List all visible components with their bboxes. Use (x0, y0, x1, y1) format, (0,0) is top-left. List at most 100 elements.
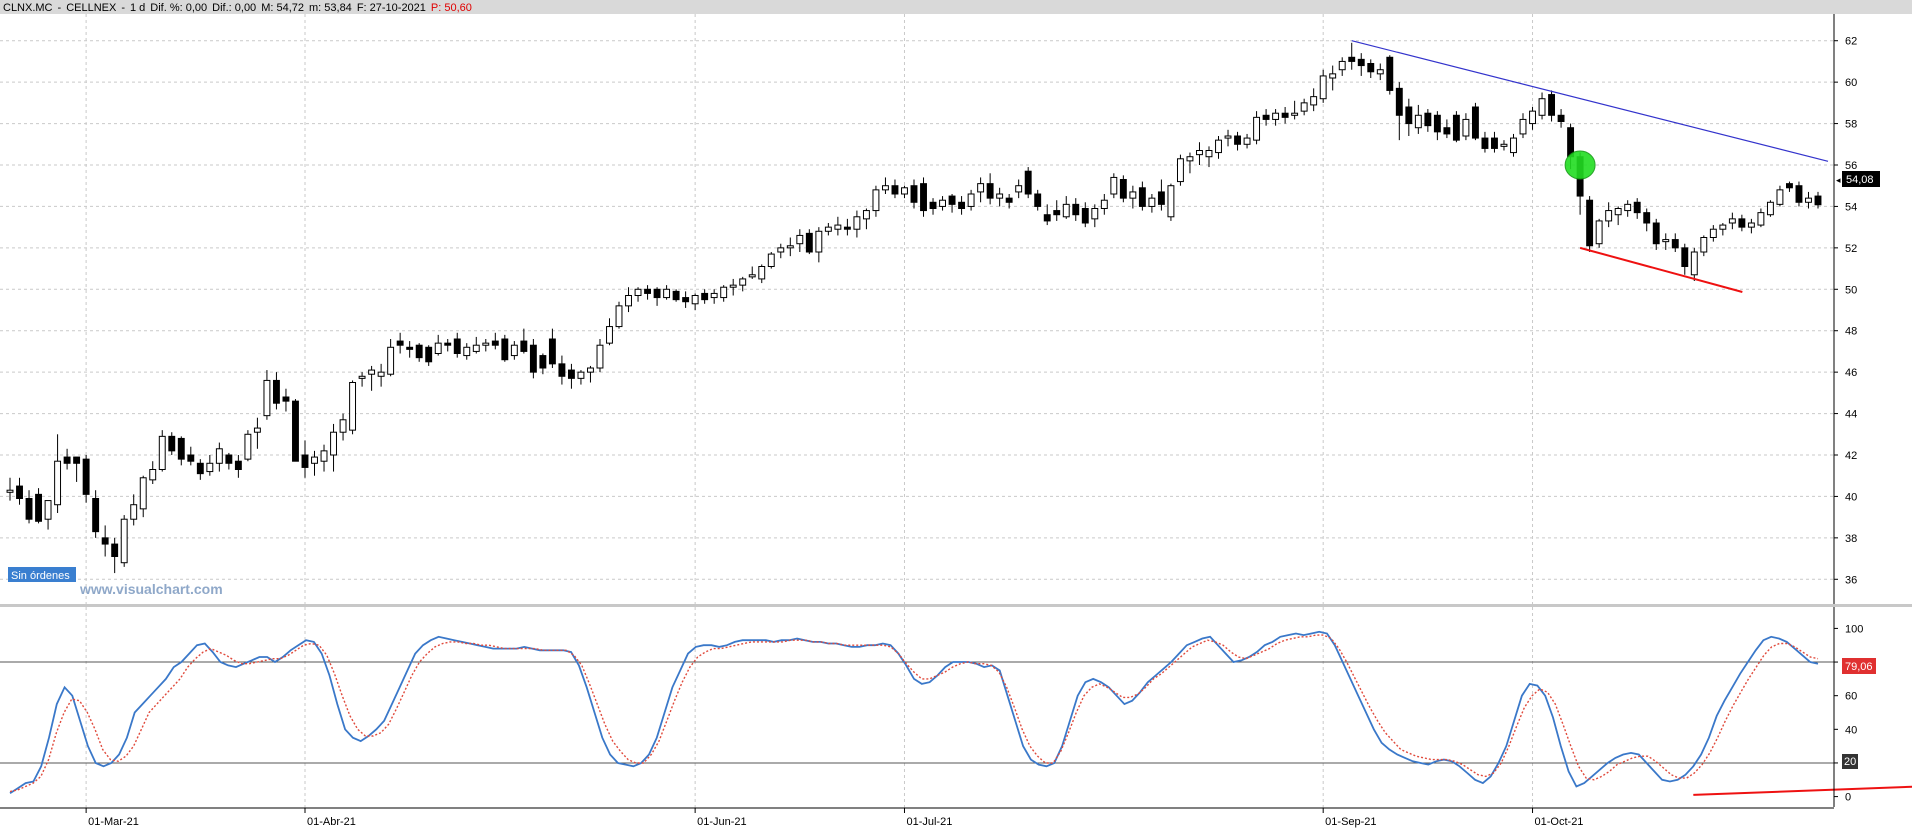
candle-body (1690, 251, 1698, 276)
candle-body (1015, 185, 1023, 193)
candle-body (1386, 56, 1394, 91)
last-price-label: 54,08 (1846, 174, 1874, 186)
stochastic-pane[interactable] (0, 607, 1834, 807)
orders-badge[interactable]: Sin órdenes (11, 570, 70, 582)
candle-body (1262, 114, 1270, 120)
price-tick-label: 60 (1845, 77, 1857, 89)
candle-body (1081, 208, 1089, 224)
candle-body (1167, 185, 1175, 218)
stoch-tick-label: 0 (1845, 792, 1851, 804)
candle-body (1310, 96, 1318, 106)
candle-body (1224, 135, 1232, 139)
candle-body (501, 338, 509, 361)
candle-body (1529, 110, 1536, 125)
candle-body (482, 342, 490, 346)
price-tick-label: 62 (1845, 36, 1857, 48)
header-field: Dif. %: 0,00 (150, 2, 207, 14)
candle-body (1433, 114, 1441, 133)
price-tick-label: 46 (1845, 367, 1857, 379)
candle-body (805, 232, 813, 253)
chart-canvas[interactable]: CLNX.MC - CELLNEX -1 d Dif. %: 0,00 Dif.: 0,0… (0, 0, 1912, 829)
candle-body (1034, 193, 1042, 207)
candle-body (282, 396, 290, 402)
pane-separator[interactable] (0, 604, 1912, 607)
candle-body (767, 253, 775, 267)
chart-window: CLNX.MC - CELLNEX -1 d Dif. %: 0,00 Dif.: 0,0… (0, 0, 1912, 829)
candle-body (368, 369, 376, 375)
candle (767, 252, 775, 269)
candle-body (986, 183, 994, 199)
candle-body (1186, 156, 1194, 162)
highlight-circle[interactable] (1564, 150, 1596, 180)
candle-body (253, 427, 261, 433)
price-tick-label: 42 (1845, 450, 1857, 462)
candle-body (1138, 187, 1146, 207)
candle-body (1196, 150, 1203, 156)
candle-body (996, 193, 1004, 199)
candle-body (1595, 220, 1603, 245)
candle-body (111, 543, 119, 557)
candle-body (1643, 212, 1651, 224)
candle-body (1253, 116, 1261, 141)
stochastic-axis: 020406080100 (1834, 623, 1863, 804)
candle-body (1329, 73, 1337, 79)
candle-body (16, 485, 23, 500)
candle-body (292, 400, 299, 462)
candle-body (396, 340, 404, 346)
candle-body (206, 462, 214, 473)
date-tick-label: 01-Jul-21 (906, 816, 952, 828)
candle-body (596, 344, 604, 369)
candle (1795, 181, 1803, 207)
candle-body (920, 183, 927, 212)
candle-body (539, 355, 547, 369)
date-axis: 01-Mar-21 01-Abr-21 01-Jun-21 01-Jul-21 01-S… (85, 808, 1584, 828)
candle (1176, 154, 1184, 186)
candle-body (196, 462, 204, 475)
candle-body (929, 201, 937, 210)
candle-body (1500, 143, 1508, 147)
candle-body (1519, 118, 1527, 135)
header-field: M: 54,72 (261, 2, 304, 14)
candle-body (35, 493, 42, 522)
stoch-tick-label: 100 (1845, 623, 1863, 635)
date-tick-label: 01-Jun-21 (697, 816, 747, 828)
candle-body (1671, 239, 1679, 249)
header-field: - (121, 2, 125, 14)
candle (672, 289, 680, 302)
price-pane[interactable] (0, 14, 1834, 604)
candle-body (1709, 228, 1717, 238)
candle-body (872, 189, 880, 212)
candle-body (120, 518, 128, 564)
candle-body (510, 344, 518, 357)
candle-body (1452, 114, 1460, 141)
candle-body (1062, 203, 1070, 218)
candle-body (1557, 114, 1565, 122)
candle-body (1471, 106, 1479, 139)
candle-body (1072, 203, 1080, 216)
candle-body (567, 369, 575, 379)
candle-body (225, 454, 233, 464)
candle-body (311, 456, 318, 464)
date-tick-label: 01-Oct-21 (1535, 816, 1584, 828)
candle-body (977, 183, 985, 193)
candle-body (330, 431, 337, 456)
candle-body (1110, 176, 1118, 195)
candle-body (739, 278, 747, 286)
candle-body (653, 288, 661, 299)
header-p-value: P: 50,60 (431, 2, 472, 14)
header-field: CELLNEX (66, 2, 117, 14)
lower-band-label: 20 (1844, 756, 1856, 768)
candle-body (1719, 224, 1727, 230)
price-tick-label: 58 (1845, 119, 1857, 131)
candle-body (853, 216, 861, 230)
candle (805, 229, 813, 255)
candle-body (82, 458, 90, 495)
candle-body (548, 338, 556, 365)
candle-body (1681, 247, 1689, 268)
candle-body (701, 292, 709, 301)
candle-body (758, 266, 766, 280)
candle-body (1395, 87, 1403, 116)
candle-body (1738, 218, 1746, 228)
candle-body (168, 435, 176, 452)
candle-body (1757, 212, 1765, 226)
